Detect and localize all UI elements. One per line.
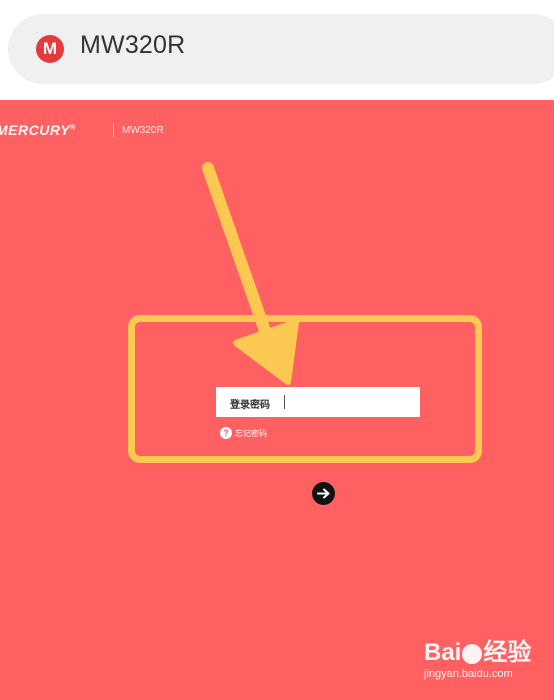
- screenshot: M MW320R MERCURY® MW320R 登录密码 ? 忘记密码 Bai…: [0, 0, 554, 700]
- annotation-arrow-icon: [202, 162, 299, 385]
